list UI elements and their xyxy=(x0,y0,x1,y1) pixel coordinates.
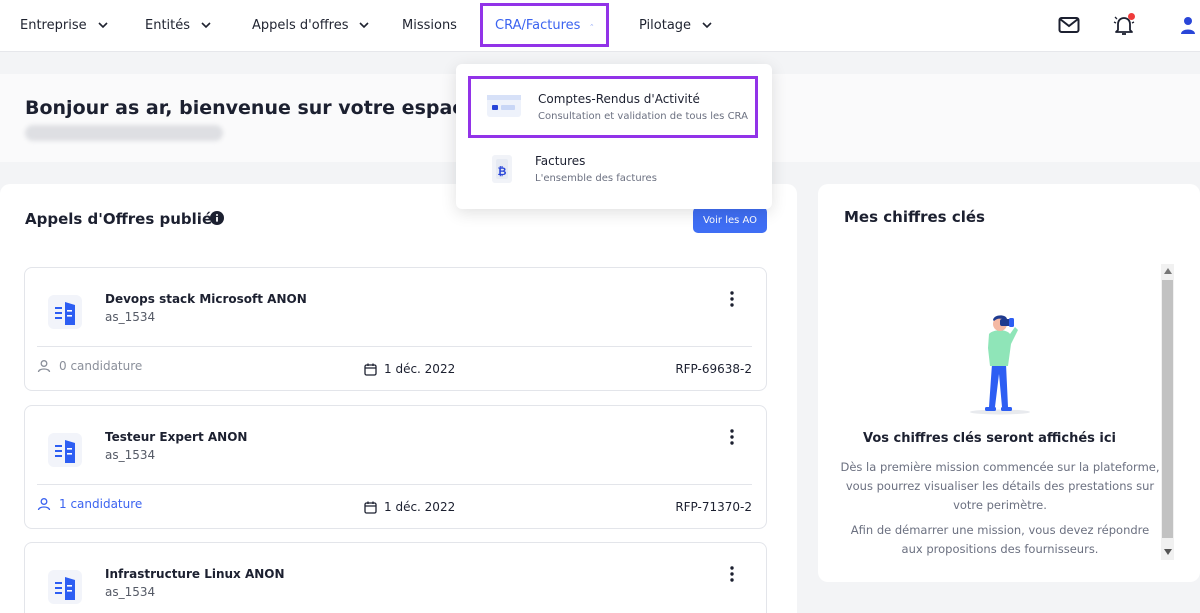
scroll-up-arrow[interactable] xyxy=(1161,264,1174,278)
nav-item-pilotage[interactable]: Pilotage xyxy=(639,0,713,50)
welcome-title: Bonjour as ar, bienvenue sur votre espac… xyxy=(25,97,511,119)
calendar-icon xyxy=(364,501,377,514)
chevron-down-icon xyxy=(98,22,108,29)
ao-list-item[interactable]: Infrastructure Linux ANON as_1534 xyxy=(24,542,767,613)
notifications-button[interactable] xyxy=(1112,13,1136,37)
nav-item-entreprise[interactable]: Entreprise xyxy=(20,0,109,50)
more-vertical-icon[interactable] xyxy=(725,565,739,583)
ao-title: Devops stack Microsoft ANON xyxy=(105,292,307,306)
document-logo-icon xyxy=(48,433,82,467)
divider xyxy=(37,346,752,347)
nav-item-appels-offres[interactable]: Appels d'offres xyxy=(252,0,370,50)
dropdown-item-title: Factures xyxy=(535,154,586,168)
blurred-subtitle xyxy=(25,125,223,141)
divider xyxy=(37,484,752,485)
chevron-down-icon xyxy=(201,22,211,29)
ao-list-item[interactable]: Testeur Expert ANON as_1534 1 candidatur… xyxy=(24,405,767,529)
dropdown-item-title: Comptes-Rendus d'Activité xyxy=(538,92,700,106)
nav-item-cra-factures[interactable]: CRA/Factures xyxy=(480,3,609,47)
nav-label: CRA/Factures xyxy=(495,17,581,33)
calendar-icon xyxy=(364,363,377,376)
user-menu-button[interactable] xyxy=(1176,13,1200,37)
ao-title: Infrastructure Linux ANON xyxy=(105,567,285,581)
chevron-up-icon xyxy=(590,24,594,26)
info-icon[interactable] xyxy=(210,211,224,225)
document-logo-icon xyxy=(48,570,82,604)
candidature-count: 0 candidature xyxy=(37,359,142,373)
view-ao-button[interactable]: Voir les AO xyxy=(693,207,767,233)
user-icon xyxy=(1181,17,1195,34)
more-vertical-icon[interactable] xyxy=(725,290,739,308)
date-label: 1 déc. 2022 xyxy=(384,500,456,514)
nav-label: Entreprise xyxy=(20,17,87,33)
document-logo-icon xyxy=(48,295,82,329)
chevron-down-icon xyxy=(702,22,712,29)
candidature-label: 0 candidature xyxy=(59,359,143,373)
notification-dot xyxy=(1128,13,1135,20)
ao-owner: as_1534 xyxy=(105,585,156,599)
kpi-empty-text: Afin de démarrer une mission, vous devez… xyxy=(850,523,1150,556)
candidature-label: 1 candidature xyxy=(59,497,143,511)
kpi-empty-text: Dès la première mission commencée sur la… xyxy=(840,460,1160,512)
ao-reference: RFP-71370-2 xyxy=(675,500,752,514)
binoculars-person-illustration xyxy=(970,315,1030,415)
ao-list-item[interactable]: Devops stack Microsoft ANON as_1534 0 ca… xyxy=(24,267,767,391)
dropdown-item-cra[interactable]: Comptes-Rendus d'Activité Consultation e… xyxy=(468,76,758,138)
nav-label: Missions xyxy=(402,17,457,33)
nav-item-missions[interactable]: Missions xyxy=(402,0,457,50)
ao-owner: as_1534 xyxy=(105,310,156,324)
dropdown-item-factures[interactable]: ₿ Factures L'ensemble des factures xyxy=(468,141,758,203)
kpi-section-title: Mes chiffres clés xyxy=(844,208,985,226)
triangle-down-icon xyxy=(1163,549,1172,555)
kpi-scrollbar-thumb[interactable] xyxy=(1162,280,1173,538)
ao-owner: as_1534 xyxy=(105,448,156,462)
cra-card-icon xyxy=(487,95,521,117)
ao-title: Testeur Expert ANON xyxy=(105,430,248,444)
kpi-empty-heading: Vos chiffres clés seront affichés ici xyxy=(862,431,1117,446)
mail-icon xyxy=(1058,17,1080,33)
ao-reference: RFP-69638-2 xyxy=(675,362,752,376)
chevron-down-icon xyxy=(359,22,370,29)
ao-section-title: Appels d'Offres publiés xyxy=(25,210,222,228)
triangle-up-icon xyxy=(1163,268,1172,274)
dropdown-item-subtitle: Consultation et validation de tous les C… xyxy=(538,111,748,122)
date-label: 1 déc. 2022 xyxy=(384,362,456,376)
invoice-bitcoin-icon: ₿ xyxy=(492,155,512,183)
mail-button[interactable] xyxy=(1057,13,1081,37)
nav-item-entites[interactable]: Entités xyxy=(145,0,212,50)
ao-date: 1 déc. 2022 xyxy=(364,362,455,376)
dropdown-item-subtitle: L'ensemble des factures xyxy=(535,173,657,184)
scroll-down-arrow[interactable] xyxy=(1161,545,1174,559)
candidature-link[interactable]: 1 candidature xyxy=(37,497,142,511)
user-outline-icon xyxy=(37,360,51,373)
nav-label: Appels d'offres xyxy=(252,17,349,33)
nav-label: Entités xyxy=(145,17,191,33)
nav-label: Pilotage xyxy=(639,17,692,33)
ao-date: 1 déc. 2022 xyxy=(364,500,455,514)
user-outline-icon xyxy=(37,498,51,511)
svg-text:₿: ₿ xyxy=(498,165,507,178)
more-vertical-icon[interactable] xyxy=(725,428,739,446)
top-navbar: Entreprise Entités Appels d'offres Missi… xyxy=(0,0,1200,52)
